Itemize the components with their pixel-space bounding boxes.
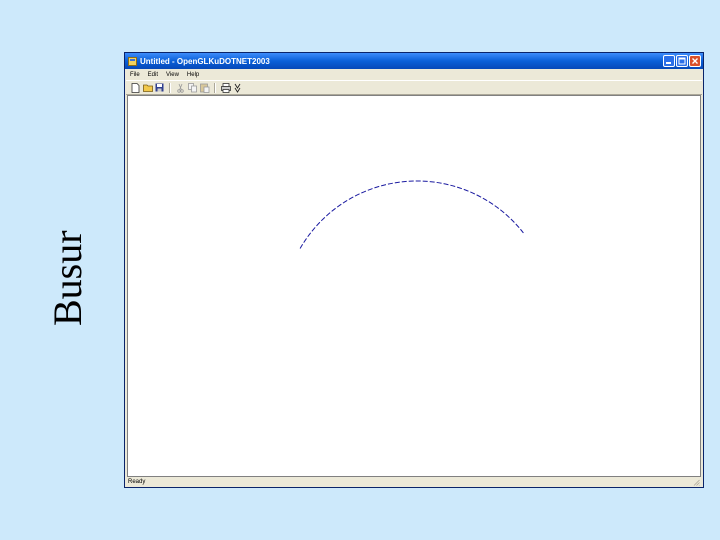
save-button[interactable] [154, 82, 165, 93]
copy-button[interactable] [187, 82, 198, 93]
cut-icon [177, 83, 184, 93]
window-title: Untitled - OpenGLKuDOTNET2003 [140, 56, 270, 66]
maximize-button[interactable] [676, 55, 688, 67]
copy-icon [187, 82, 197, 92]
new-document-icon [131, 82, 140, 93]
resize-grip-icon[interactable] [693, 479, 700, 486]
print-icon [220, 82, 231, 93]
save-icon [155, 83, 164, 92]
slide-title: Busur [45, 230, 90, 326]
toolbar-separator [169, 82, 171, 93]
menu-file[interactable]: File [126, 72, 144, 78]
close-icon [692, 58, 698, 64]
status-bar: Ready [126, 477, 702, 487]
open-button[interactable] [142, 82, 153, 93]
window-controls [663, 55, 701, 67]
minimize-button[interactable] [663, 55, 675, 67]
help-button[interactable] [232, 82, 243, 93]
maximize-icon [678, 57, 686, 65]
new-button[interactable] [130, 82, 141, 93]
menu-bar: File Edit View Help [126, 69, 702, 80]
app-icon [128, 56, 137, 66]
cut-button[interactable] [175, 82, 186, 93]
open-folder-icon [142, 84, 153, 92]
toolbar [126, 80, 702, 95]
paste-button[interactable] [199, 82, 210, 93]
toolbar-separator [214, 82, 216, 93]
drawing-canvas[interactable] [127, 95, 701, 477]
print-button[interactable] [220, 82, 231, 93]
menu-view[interactable]: View [162, 72, 183, 78]
app-window: Untitled - OpenGLKuDOTNET2003 File Edit … [124, 52, 704, 488]
menu-edit[interactable]: Edit [144, 72, 162, 78]
minimize-icon [666, 62, 671, 64]
paste-icon [199, 83, 209, 93]
menu-help[interactable]: Help [183, 72, 203, 78]
canvas-svg [299, 180, 524, 249]
status-text: Ready [128, 479, 146, 485]
help-icon [234, 83, 241, 93]
drawn-arc [299, 180, 524, 249]
title-bar[interactable]: Untitled - OpenGLKuDOTNET2003 [125, 53, 703, 69]
close-button[interactable] [689, 55, 701, 67]
